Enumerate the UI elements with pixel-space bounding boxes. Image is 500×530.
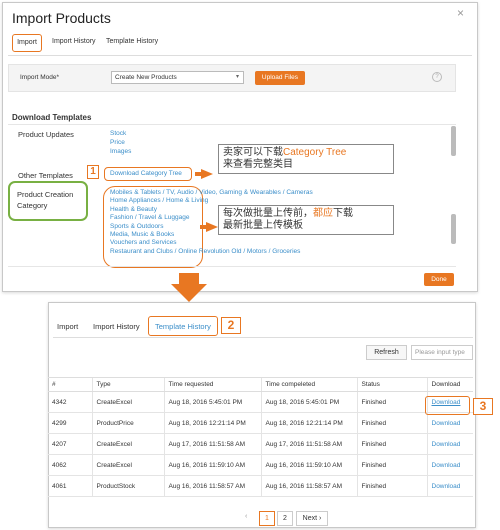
- table-row: 4062 CreateExcel Aug 16, 2016 11:59:10 A…: [48, 454, 473, 476]
- search-input[interactable]: Please input type: [411, 345, 473, 360]
- stock-link[interactable]: Stock: [110, 130, 126, 137]
- tab-import-history[interactable]: Import History: [93, 322, 140, 331]
- section-divider: [8, 124, 456, 125]
- done-button[interactable]: Done: [424, 273, 454, 286]
- table-header-row: # Type Time requested Time compeleted St…: [48, 377, 473, 392]
- table-row: 4207 CreateExcel Aug 17, 2016 11:51:58 A…: [48, 433, 473, 455]
- arrow-right-icon: [206, 222, 218, 232]
- category-link[interactable]: Restaurant and Clubs / Online Revolution…: [110, 248, 313, 256]
- import-mode-label: Import Mode*: [20, 74, 60, 81]
- download-templates-heading: Download Templates: [12, 113, 92, 122]
- marker-1: 1: [87, 165, 99, 179]
- category-link[interactable]: Vouchers and Services: [110, 239, 313, 247]
- tab-import-history[interactable]: Import History: [52, 38, 96, 45]
- table-row: 4342 CreateExcel Aug 18, 2016 5:45:01 PM…: [48, 391, 473, 413]
- tab-template-history[interactable]: Template History: [155, 322, 211, 331]
- cell-status: Finished: [356, 391, 427, 413]
- cell-time-requested: Aug 18, 2016 5:45:01 PM: [163, 391, 261, 413]
- cell-time-requested: Aug 16, 2016 11:58:57 AM: [163, 475, 261, 497]
- download-link[interactable]: Download: [426, 433, 473, 455]
- annotation-note-2: 每次做批量上传前，都应下载 最新批量上传模板: [218, 205, 394, 235]
- upload-files-button[interactable]: Upload Files: [255, 71, 305, 85]
- close-icon[interactable]: ×: [457, 6, 464, 20]
- product-creation-category-label: Product Creation Category: [17, 190, 74, 210]
- cell-time-requested: Aug 17, 2016 11:51:58 AM: [163, 433, 261, 455]
- cell-type: ProductPrice: [91, 412, 164, 434]
- cell-status: Finished: [356, 454, 427, 476]
- footer-divider: [8, 266, 456, 267]
- cell-status: Finished: [356, 412, 427, 434]
- cell-time-requested: Aug 16, 2016 11:59:10 AM: [163, 454, 261, 476]
- column-header: Time compeleted: [260, 377, 357, 392]
- column-header: #: [48, 377, 92, 392]
- cell-status: Finished: [356, 433, 427, 455]
- price-link[interactable]: Price: [110, 139, 125, 146]
- table-row: 4061 ProductStock Aug 16, 2016 11:58:57 …: [48, 475, 473, 497]
- cell-type: ProductStock: [91, 475, 164, 497]
- import-mode-select[interactable]: Create New Products ▾: [111, 71, 244, 84]
- template-history-table: # Type Time requested Time compeleted St…: [48, 377, 473, 497]
- cell-time-completed: Aug 18, 2016 5:45:01 PM: [260, 391, 357, 413]
- cell-status: Finished: [356, 475, 427, 497]
- product-updates-label: Product Updates: [18, 130, 74, 139]
- chevron-down-icon: ▾: [235, 74, 239, 80]
- cell-time-completed: Aug 16, 2016 11:58:57 AM: [260, 475, 357, 497]
- tab-import[interactable]: Import: [12, 34, 42, 52]
- cell-time-completed: Aug 18, 2016 12:21:14 PM: [260, 412, 357, 434]
- tab-divider: [53, 337, 473, 338]
- help-icon[interactable]: ?: [432, 72, 442, 82]
- cell-time-completed: Aug 16, 2016 11:59:10 AM: [260, 454, 357, 476]
- pager-next-button[interactable]: Next ›: [296, 511, 328, 526]
- other-templates-label: Other Templates: [18, 171, 73, 180]
- cell-id: 4062: [48, 454, 92, 476]
- arrow-right-icon: [201, 169, 213, 179]
- scrollbar[interactable]: [451, 126, 456, 156]
- column-header: Time requested: [163, 377, 261, 392]
- scrollbar[interactable]: [451, 214, 456, 244]
- import-mode-value: Create New Products: [115, 74, 177, 81]
- download-link[interactable]: Download: [426, 412, 473, 434]
- pager-prev-button[interactable]: ‹: [245, 513, 247, 520]
- column-header: Download: [426, 377, 473, 392]
- cell-type: CreateExcel: [91, 454, 164, 476]
- download-link[interactable]: Download: [426, 475, 473, 497]
- cell-time-completed: Aug 17, 2016 11:51:58 AM: [260, 433, 357, 455]
- download-category-tree-link[interactable]: Download Category Tree: [110, 170, 182, 177]
- marker-2: 2: [221, 317, 241, 334]
- dialog-title: Import Products: [12, 10, 111, 26]
- cell-type: CreateExcel: [91, 391, 164, 413]
- arrow-down-icon: [171, 284, 207, 302]
- column-header: Type: [91, 377, 164, 392]
- tab-import[interactable]: Import: [57, 322, 78, 331]
- cell-id: 4061: [48, 475, 92, 497]
- download-highlight-box: [425, 396, 470, 415]
- cell-type: CreateExcel: [91, 433, 164, 455]
- refresh-button[interactable]: Refresh: [366, 345, 407, 360]
- category-link[interactable]: Mobiles & Tablets / TV, Audio / Video, G…: [110, 189, 313, 197]
- cell-id: 4299: [48, 412, 92, 434]
- cell-id: 4207: [48, 433, 92, 455]
- images-link[interactable]: Images: [110, 148, 131, 155]
- cell-id: 4342: [48, 391, 92, 413]
- pager-page-2[interactable]: 2: [277, 511, 293, 526]
- table-row: 4299 ProductPrice Aug 18, 2016 12:21:14 …: [48, 412, 473, 434]
- column-header: Status: [356, 377, 427, 392]
- annotation-note-1: 卖家可以下载Category Tree 来查看完整类目: [218, 144, 394, 174]
- tab-template-history[interactable]: Template History: [106, 38, 158, 45]
- tab-divider: [8, 55, 472, 56]
- download-link[interactable]: Download: [426, 454, 473, 476]
- pager-page-1[interactable]: 1: [259, 511, 275, 526]
- marker-3: 3: [473, 398, 493, 415]
- cell-time-requested: Aug 18, 2016 12:21:14 PM: [163, 412, 261, 434]
